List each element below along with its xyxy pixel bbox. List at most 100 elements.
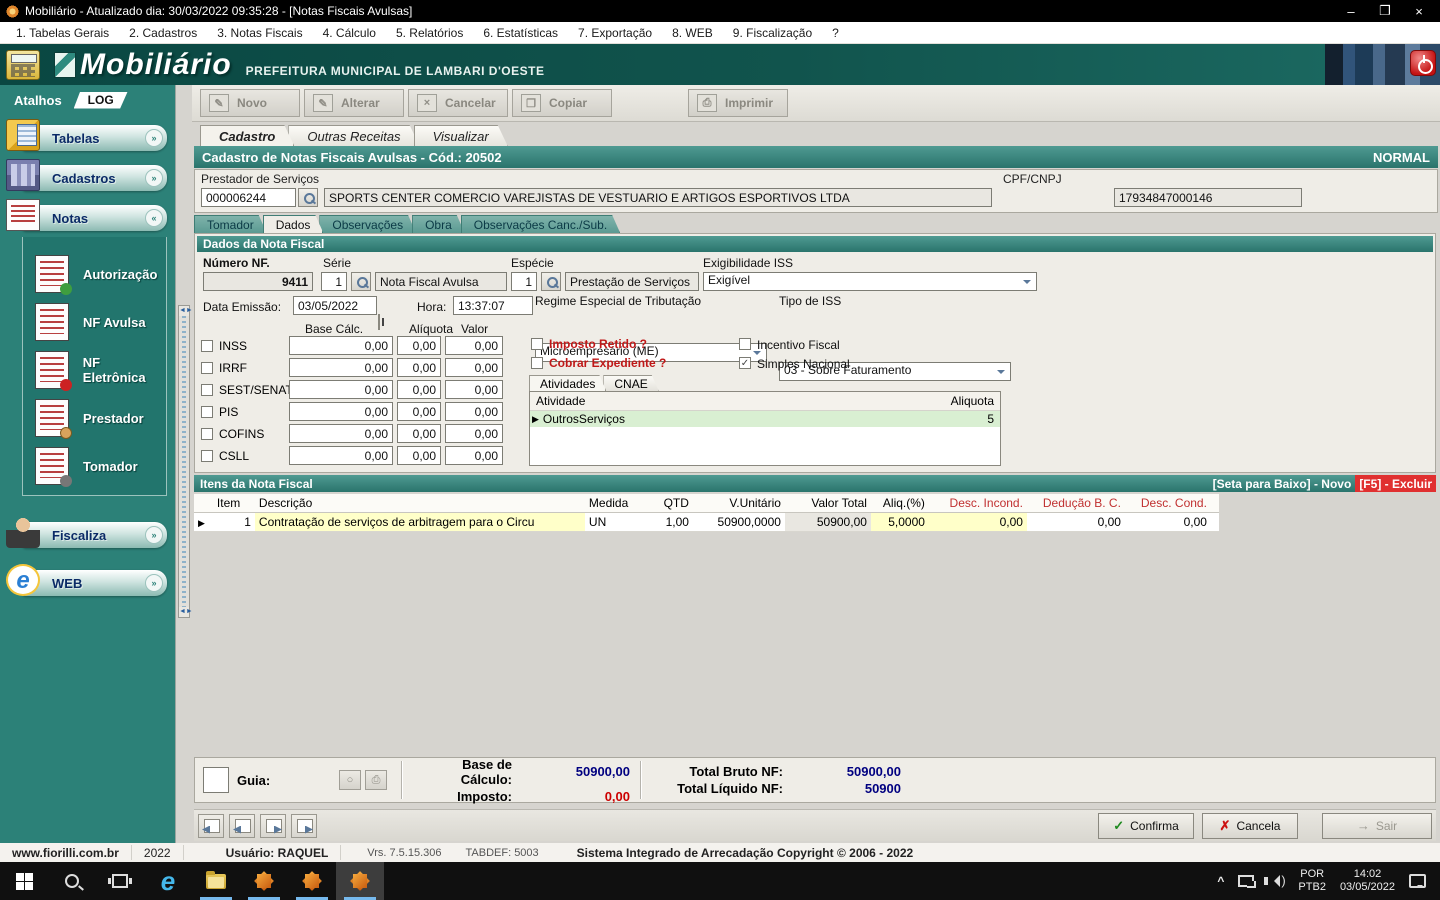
cofins-valor-input[interactable] (445, 424, 503, 443)
sest-base-input[interactable] (289, 380, 393, 399)
alterar-button[interactable]: Alterar (304, 89, 404, 117)
sest-valor-input[interactable] (445, 380, 503, 399)
tray-chevron-icon[interactable]: ^ (1217, 874, 1224, 888)
clock[interactable]: 14:02 03/05/2022 (1340, 868, 1395, 894)
calendar-icon[interactable] (378, 314, 380, 330)
tab-visualizar[interactable]: Visualizar (414, 125, 508, 146)
fiorilli-app-1-button[interactable] (240, 862, 288, 900)
nav-next-button[interactable] (260, 813, 286, 838)
serie-input[interactable] (321, 272, 347, 291)
irrf-base-input[interactable] (289, 358, 393, 377)
nav-first-button[interactable] (198, 813, 224, 838)
tab-obra[interactable]: Obra (412, 215, 465, 233)
menu-fiscalizacao[interactable]: 9. Fiscalização (723, 24, 822, 42)
sidebar-group-tabelas[interactable]: Tabelas » (6, 119, 167, 151)
csll-base-input[interactable] (289, 446, 393, 465)
cancelar-button[interactable]: Cancelar (408, 89, 508, 117)
sidebar-group-cadastros[interactable]: Cadastros » (6, 159, 167, 191)
minimize-button[interactable]: – (1334, 0, 1368, 22)
tab-tomador[interactable]: Tomador (194, 215, 267, 233)
confirma-button[interactable]: ✓ Confirma (1098, 812, 1194, 839)
language-indicator[interactable]: POR PTB2 (1298, 868, 1326, 894)
data-emissao-input[interactable] (293, 296, 377, 315)
imprimir-button[interactable]: Imprimir (688, 89, 788, 117)
tab-atividades[interactable]: Atividades (529, 375, 606, 391)
pis-valor-input[interactable] (445, 402, 503, 421)
copiar-button[interactable]: Copiar (512, 89, 612, 117)
tab-cadastro[interactable]: Cadastro (200, 125, 294, 146)
sidebar-item-nf-avulsa[interactable]: NF Avulsa (35, 303, 166, 341)
search-icon[interactable] (298, 188, 318, 207)
sidebar-group-notas[interactable]: Notas « (6, 199, 167, 231)
task-view-button[interactable] (96, 862, 144, 900)
sidebar-item-tomador[interactable]: Tomador (35, 447, 166, 487)
internet-explorer-button[interactable]: e (144, 862, 192, 900)
guia-input[interactable] (203, 767, 229, 793)
pis-checkbox[interactable] (201, 405, 213, 418)
pis-base-input[interactable] (289, 402, 393, 421)
incentivo-fiscal-checkbox[interactable] (739, 338, 751, 350)
cofins-aliq-input[interactable] (397, 424, 441, 443)
hora-input[interactable] (453, 296, 533, 315)
inss-valor-input[interactable] (445, 336, 503, 355)
nav-prev-button[interactable] (229, 813, 255, 838)
tab-observacoes-canc[interactable]: Observações Canc./Sub. (461, 215, 620, 233)
cancela-button[interactable]: ✗ Cancela (1202, 812, 1298, 839)
cofins-checkbox[interactable] (201, 427, 213, 440)
sidebar-item-prestador[interactable]: Prestador (35, 399, 166, 439)
sidebar-item-nf-eletronica[interactable]: NF Eletrônica (35, 351, 166, 391)
sidebar-item-autorizacao[interactable]: Autorização (35, 255, 166, 295)
csll-checkbox[interactable] (201, 449, 213, 462)
chevron-down-icon[interactable]: » (145, 169, 163, 187)
irrf-aliq-input[interactable] (397, 358, 441, 377)
sair-button[interactable]: → Sair (1322, 812, 1432, 839)
imposto-retido-checkbox[interactable] (531, 338, 543, 350)
novo-button[interactable]: Novo (200, 89, 300, 117)
prestador-code-input[interactable] (201, 188, 296, 207)
restore-button[interactable]: ❐ (1368, 0, 1402, 22)
inss-checkbox[interactable] (201, 339, 213, 352)
sest-checkbox[interactable] (201, 383, 213, 396)
menu-relatorios[interactable]: 5. Relatórios (386, 24, 473, 42)
cobrar-expediente-checkbox[interactable] (531, 357, 543, 369)
menu-estatisticas[interactable]: 6. Estatísticas (473, 24, 568, 42)
especie-input[interactable] (511, 272, 537, 291)
csll-aliq-input[interactable] (397, 446, 441, 465)
cofins-base-input[interactable] (289, 424, 393, 443)
csll-valor-input[interactable] (445, 446, 503, 465)
pis-aliq-input[interactable] (397, 402, 441, 421)
simples-nacional-checkbox[interactable]: ✓ (739, 357, 751, 369)
sidebar-tab-log[interactable]: LOG (73, 91, 128, 109)
start-button[interactable] (0, 862, 48, 900)
chevron-down-icon[interactable]: » (145, 129, 163, 147)
notification-icon[interactable] (1409, 874, 1426, 888)
atividade-row[interactable]: ▶ OutrosServiços 5 (530, 411, 1000, 427)
item-row[interactable]: ▶ 1 Contratação de serviços de arbitrage… (194, 512, 1219, 532)
menu-help[interactable]: ? (822, 24, 849, 42)
tab-dados[interactable]: Dados (263, 215, 324, 233)
menu-web[interactable]: 8. WEB (662, 24, 723, 42)
sidebar-group-web[interactable]: e WEB » (6, 564, 167, 596)
sidebar-tab-atalhos[interactable]: Atalhos (14, 93, 62, 108)
splitter-arrows-icon[interactable]: ◄► (179, 607, 193, 617)
menu-tabelas-gerais[interactable]: 1. Tabelas Gerais (6, 24, 119, 42)
taskbar-search-button[interactable] (48, 862, 96, 900)
speaker-icon[interactable] (1264, 873, 1286, 888)
tab-observacoes[interactable]: Observações (319, 215, 416, 233)
sidebar-group-fiscaliza[interactable]: Fiscaliza » (6, 516, 167, 548)
irrf-valor-input[interactable] (445, 358, 503, 377)
network-icon[interactable] (1238, 875, 1257, 888)
nav-last-button[interactable] (291, 813, 317, 838)
sidebar-splitter[interactable]: ◄► ◄► (178, 305, 193, 618)
fiorilli-app-3-button[interactable] (336, 862, 384, 900)
chevron-up-icon[interactable]: « (145, 209, 163, 227)
menu-exportacao[interactable]: 7. Exportação (568, 24, 662, 42)
chevron-down-icon[interactable]: » (145, 526, 163, 544)
inss-aliq-input[interactable] (397, 336, 441, 355)
sest-aliq-input[interactable] (397, 380, 441, 399)
chevron-down-icon[interactable]: » (145, 574, 163, 592)
menu-calculo[interactable]: 4. Cálculo (313, 24, 386, 42)
power-button[interactable] (1410, 50, 1436, 76)
irrf-checkbox[interactable] (201, 361, 213, 374)
serie-search-icon[interactable] (351, 272, 371, 291)
